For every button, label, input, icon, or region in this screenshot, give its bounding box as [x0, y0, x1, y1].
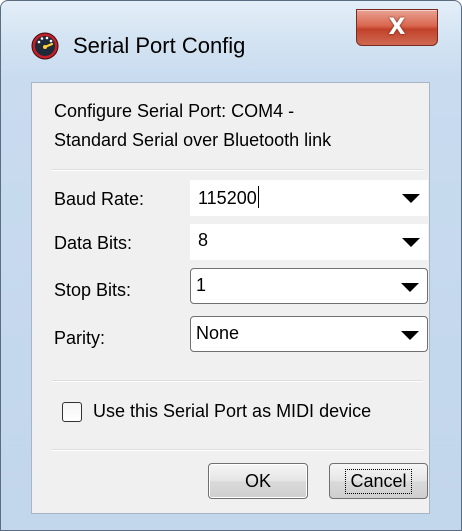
stop-bits-combobox[interactable]: 1 — [190, 268, 428, 304]
stop-bits-label: Stop Bits: — [54, 280, 132, 300]
data-bits-label: Data Bits: — [54, 233, 133, 253]
parity-label: Parity: — [54, 328, 106, 348]
dropdown-arrow-icon[interactable] — [401, 283, 419, 292]
parity-combobox[interactable]: None — [190, 316, 428, 352]
stop-bits-value: 1 — [196, 275, 207, 295]
baud-rate-value: 115200 — [198, 188, 257, 208]
ok-button-label: OK — [244, 470, 271, 491]
title-bar[interactable]: Serial Port Config X — [1, 1, 461, 89]
cancel-button[interactable]: Cancel — [329, 463, 428, 499]
close-button[interactable]: X — [356, 9, 438, 46]
dialog-client-area: Configure Serial Port: COM4 - Standard S… — [31, 82, 430, 514]
text-caret — [257, 186, 259, 208]
midi-checkbox-label[interactable]: Use this Serial Port as MIDI device — [93, 401, 371, 422]
dropdown-arrow-icon[interactable] — [401, 331, 419, 340]
midi-option[interactable]: Use this Serial Port as MIDI device — [62, 401, 371, 422]
separator — [52, 380, 423, 382]
cancel-button-label: Cancel — [345, 468, 412, 494]
port-description-line-1: Configure Serial Port: COM4 - — [54, 101, 295, 121]
window-title: Serial Port Config — [73, 33, 246, 58]
baud-rate-combobox[interactable]: 115200 — [190, 180, 428, 216]
data-bits-combobox[interactable]: 8 — [190, 224, 428, 260]
dropdown-arrow-icon[interactable] — [402, 238, 420, 247]
port-description-line-2: Standard Serial over Bluetooth link — [54, 130, 332, 150]
dial-gauge-icon — [31, 32, 59, 60]
separator — [52, 449, 423, 451]
data-bits-value: 8 — [198, 230, 209, 250]
ok-button[interactable]: OK — [208, 463, 308, 499]
port-description: Configure Serial Port: COM4 - Standard S… — [54, 97, 331, 155]
parity-value: None — [196, 323, 240, 343]
baud-rate-label: Baud Rate: — [54, 189, 145, 209]
dropdown-arrow-icon[interactable] — [402, 194, 420, 203]
separator — [52, 169, 423, 171]
close-icon: X — [388, 15, 406, 40]
dialog-window: Serial Port Config X Configure Serial Po… — [0, 0, 462, 531]
midi-checkbox[interactable] — [62, 401, 82, 422]
